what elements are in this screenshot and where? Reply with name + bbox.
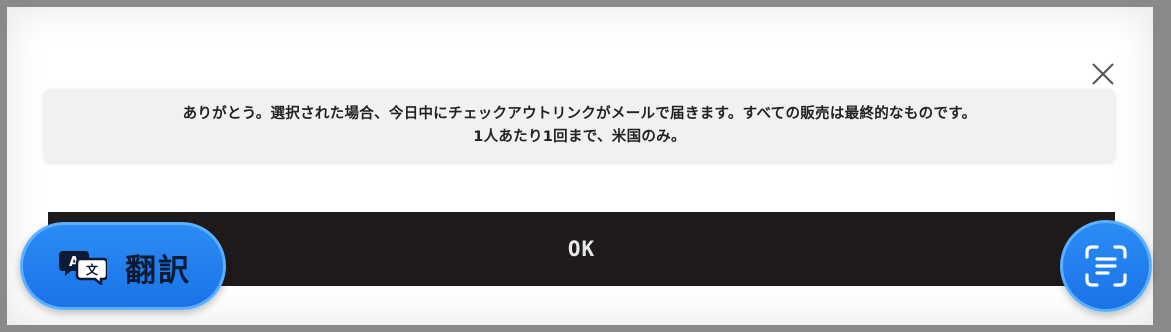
close-button[interactable] [1090, 61, 1116, 87]
svg-text:文: 文 [86, 262, 99, 277]
ok-button-label: OK [567, 237, 596, 261]
notice-line-2: 1人あたり1回まで、米国のみ。 [473, 128, 686, 145]
notice-line-1: ありがとう。選択された場合、今日中にチェックアウトリンクがメールで届きます。すべ… [182, 105, 977, 122]
scan-text-icon [1085, 245, 1127, 287]
translate-label: 翻訳 [125, 253, 191, 289]
translate-icon: A 文 [59, 251, 107, 285]
scan-text-button[interactable] [1060, 220, 1152, 312]
notice-message: ありがとう。選択された場合、今日中にチェックアウトリンクがメールで届きます。すべ… [44, 89, 1115, 162]
translate-button[interactable]: A 文 翻訳 [20, 222, 226, 310]
close-icon [1092, 63, 1114, 85]
